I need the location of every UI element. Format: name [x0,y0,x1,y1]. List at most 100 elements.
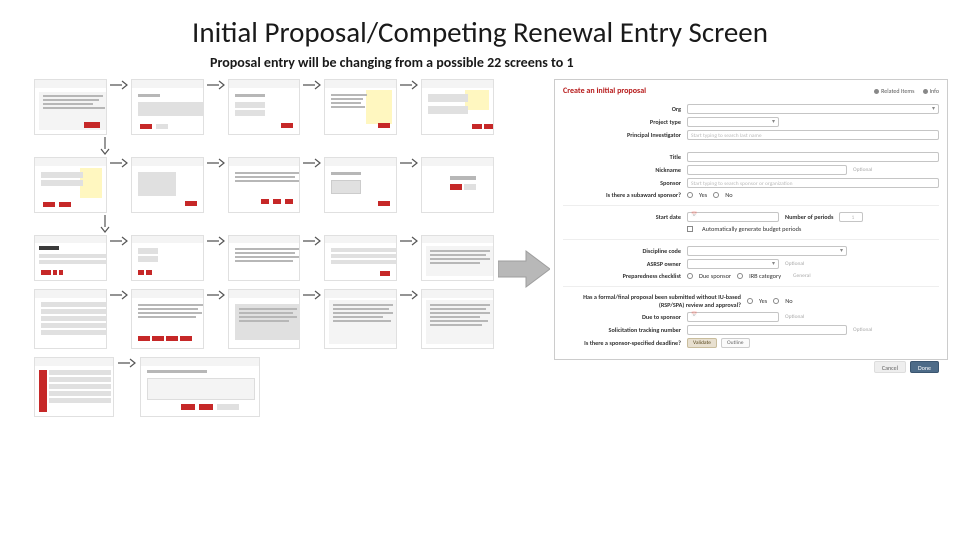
legacy-screen-20 [421,289,494,349]
legacy-screen-10 [421,157,494,213]
legacy-screen-19 [324,289,397,349]
pi-label: Principal Investigator [563,131,681,139]
flow-arrow-icon [206,79,226,91]
legacy-screen-5 [421,79,494,135]
prep-due-radio[interactable] [687,273,693,279]
flow-down-icon [98,137,112,155]
sponsor-input[interactable]: Start typing to search sponsor or organi… [687,178,939,188]
slide-title: Initial Proposal/Competing Renewal Entry… [0,0,960,54]
flow-arrow-icon [109,235,129,247]
due-sponsor-hint: Optional [785,314,804,320]
flow-arrow-icon [116,357,138,369]
legacy-screen-21 [34,357,114,417]
nickname-input[interactable] [687,165,847,175]
flow-arrow-icon [399,235,419,247]
subaward-label: Is there a subaward sponsor? [563,191,681,199]
legacy-screen-7 [131,157,204,213]
project-type-select[interactable] [687,117,779,127]
outline-button[interactable]: Outline [721,338,750,348]
legacy-screen-11 [34,235,107,281]
flow-arrow-icon [302,79,322,91]
nickname-hint: Optional [853,167,872,173]
org-label: Org [563,105,681,113]
flow-arrow-icon [109,79,129,91]
flow-arrow-icon [206,157,226,169]
flow-arrow-icon [399,79,419,91]
pi-input[interactable]: Start typing to search last name [687,130,939,140]
info-icon [923,89,928,94]
asrsp-hint: Optional [785,261,804,267]
due-sponsor-label: Due to sponsor [563,313,681,321]
legacy-screen-17 [131,289,204,349]
legacy-screen-12 [131,235,204,281]
org-select[interactable] [687,104,939,114]
legacy-screen-16 [34,289,107,349]
tracking-hint: Optional [853,327,872,333]
validate-button[interactable]: Validate [687,338,717,348]
auto-budget-checkbox[interactable] [687,226,693,232]
legacy-screen-9 [324,157,397,213]
periods-label: Number of periods [785,213,833,221]
divider [563,286,939,287]
flow-down-icon [98,215,112,233]
legacy-screen-1 [34,79,107,135]
nickname-label: Nickname [563,166,681,174]
flow-arrow-icon [302,157,322,169]
slide-subtitle: Proposal entry will be changing from a p… [0,54,960,79]
legacy-screen-6 [34,157,107,213]
legacy-screen-14 [324,235,397,281]
due-sponsor-input[interactable] [687,312,779,322]
flow-arrow-icon [109,157,129,169]
discipline-select[interactable] [687,246,847,256]
related-items-link[interactable]: Related Items [874,87,914,95]
tracking-input[interactable] [687,325,847,335]
prior-submit-label: Has a formal/final proposal been submitt… [563,293,741,309]
tracking-label: Solicitation tracking number [563,326,681,334]
subaward-yes-radio[interactable] [687,192,693,198]
legacy-screen-4 [324,79,397,135]
divider [563,239,939,240]
auto-budget-label: Automatically generate budget periods [702,225,801,233]
periods-input[interactable]: 1 [839,212,863,222]
divider [563,205,939,206]
legacy-screen-15 [421,235,494,281]
yes-label: Yes [699,191,707,199]
deadline-label: Is there a sponsor-specified deadline? [563,339,681,347]
start-date-input[interactable] [687,212,779,222]
flow-arrow-icon [399,289,419,301]
asrsp-select[interactable] [687,259,779,269]
prior-no-radio[interactable] [773,298,779,304]
legacy-screen-2 [131,79,204,135]
legacy-screen-8 [228,157,301,213]
cancel-button[interactable]: Cancel [874,361,906,373]
prep-label: Preparedness checklist [563,272,681,280]
sponsor-label: Sponsor [563,179,681,187]
link-icon [874,89,879,94]
info-link[interactable]: Info [923,87,940,95]
legacy-screen-13 [228,235,301,281]
form-heading: Create an initial proposal [563,86,646,96]
flow-arrow-icon [399,157,419,169]
title-input[interactable] [687,152,939,162]
legacy-screen-22 [140,357,260,417]
transition-arrow-icon [498,249,550,289]
flow-arrow-icon [206,235,226,247]
new-proposal-form: Create an initial proposal Related Items… [554,79,948,360]
flow-arrow-icon [109,289,129,301]
legacy-screens-collage [34,79,494,417]
flow-arrow-icon [302,289,322,301]
no-label: No [725,191,732,199]
title-label: Title [563,153,681,161]
legacy-screen-3 [228,79,301,135]
discipline-label: Discipline code [563,247,681,255]
asrsp-label: ASRSP owner [563,260,681,268]
start-date-label: Start date [563,213,681,221]
flow-arrow-icon [302,235,322,247]
subaward-no-radio[interactable] [713,192,719,198]
flow-arrow-icon [206,289,226,301]
done-button[interactable]: Done [910,361,939,373]
legacy-screen-18 [228,289,301,349]
prior-yes-radio[interactable] [747,298,753,304]
project-type-label: Project type [563,118,681,126]
prep-irb-radio[interactable] [737,273,743,279]
